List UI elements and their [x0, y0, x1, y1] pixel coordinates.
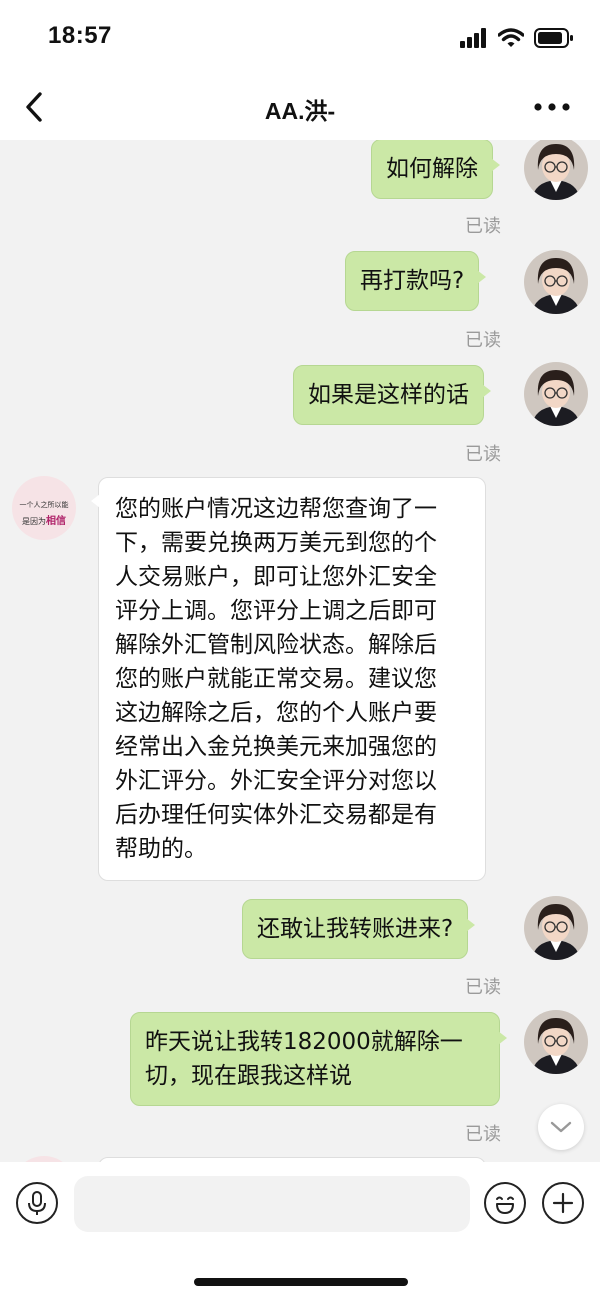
more-icon[interactable]: [534, 100, 570, 114]
emoji-button[interactable]: [484, 1182, 526, 1224]
message-bubble-received[interactable]: 您的账户情况这边帮您查询了一 下，需要兑换两万美元到您的个 人交易账户，即可让您…: [91, 477, 486, 881]
my-avatar[interactable]: [524, 140, 588, 200]
avatar-image: [524, 362, 588, 426]
message-line: 帮助的。: [115, 836, 207, 862]
nav-bar: AA.洪-: [0, 76, 600, 140]
status-bar: 18:57: [0, 0, 600, 76]
message-line: 下，需要兑换两万美元到您的个: [115, 530, 437, 556]
avatar-text-prefix: 是因为: [22, 517, 46, 526]
read-status: 已读: [465, 216, 501, 237]
message-line: 您的账户情况这边帮您查询了一: [115, 496, 437, 522]
message-input[interactable]: [74, 1176, 470, 1232]
message-text: 如何解除: [386, 156, 478, 182]
my-avatar[interactable]: [524, 250, 588, 314]
read-status: 已读: [465, 330, 501, 351]
avatar-image: [524, 1010, 588, 1074]
read-status: 已读: [465, 1124, 501, 1145]
message-line: 人交易账户，即可让您外汇安全: [115, 564, 437, 590]
voice-button[interactable]: [16, 1182, 58, 1224]
chevron-down-icon: [550, 1121, 572, 1133]
scroll-to-bottom-button[interactable]: [538, 1104, 584, 1150]
home-indicator[interactable]: [194, 1278, 408, 1286]
my-avatar[interactable]: [524, 1010, 588, 1074]
wifi-icon: [498, 28, 524, 47]
read-status: 已读: [465, 444, 501, 465]
chat-title: AA.洪-: [264, 98, 336, 124]
message-line: 昨天说让我转182000就解除一: [145, 1029, 463, 1055]
message-bubble-sent[interactable]: 如果是这样的话: [293, 365, 491, 425]
avatar-image: [524, 140, 588, 200]
contact-avatar[interactable]: 一个人之所以能 是因为相信: [12, 476, 76, 540]
message-text: 如果是这样的话: [308, 382, 469, 408]
message-text: 再打款吗?: [360, 268, 465, 294]
signal-icon: [460, 28, 486, 48]
message-line: 外汇评分。外汇安全评分对您以: [115, 768, 437, 794]
avatar-image: [524, 250, 588, 314]
microphone-icon: [28, 1191, 46, 1215]
my-avatar[interactable]: [524, 362, 588, 426]
avatar-text-line1: 一个人之所以能: [19, 501, 69, 509]
message-line: 经常出入金兑换美元来加强您的: [115, 734, 437, 760]
emoji-icon: [496, 1196, 514, 1214]
message-line: 这边解除之后，您的个人账户要: [115, 700, 437, 726]
message-text: 还敢让我转账进来?: [257, 916, 454, 942]
avatar-image: [524, 896, 588, 960]
message-bubble-sent[interactable]: 昨天说让我转182000就解除一 切，现在跟我这样说: [130, 1012, 507, 1106]
message-line: 切，现在跟我这样说: [145, 1063, 352, 1089]
status-time: 18:57: [48, 22, 112, 49]
avatar-text-highlight: 相信: [46, 516, 66, 527]
message-bubble-sent[interactable]: 再打款吗?: [345, 251, 487, 311]
my-avatar[interactable]: [524, 896, 588, 960]
chat-area[interactable]: 如何解除 已读 再打款吗? 已读 如果是这样的话 已读 一个人之所以能 是因为相…: [0, 140, 600, 1162]
message-line: 评分上调。您评分上调之后即可: [115, 598, 437, 624]
message-bubble-sent[interactable]: 如何解除: [371, 140, 500, 199]
message-line: 您的账户就能正常交易。建议您: [115, 666, 437, 692]
battery-icon: [534, 28, 573, 48]
message-line: 后办理任何实体外汇交易都是有: [115, 802, 437, 828]
avatar-text-line2: 是因为相信: [12, 512, 76, 527]
plus-icon: [552, 1192, 574, 1214]
message-bubble-sent[interactable]: 还敢让我转账进来?: [242, 899, 476, 959]
status-icons: [460, 28, 574, 48]
more-actions-button[interactable]: [542, 1182, 584, 1224]
message-line: 解除外汇管制风险状态。解除后: [115, 632, 437, 658]
read-status: 已读: [465, 977, 501, 998]
